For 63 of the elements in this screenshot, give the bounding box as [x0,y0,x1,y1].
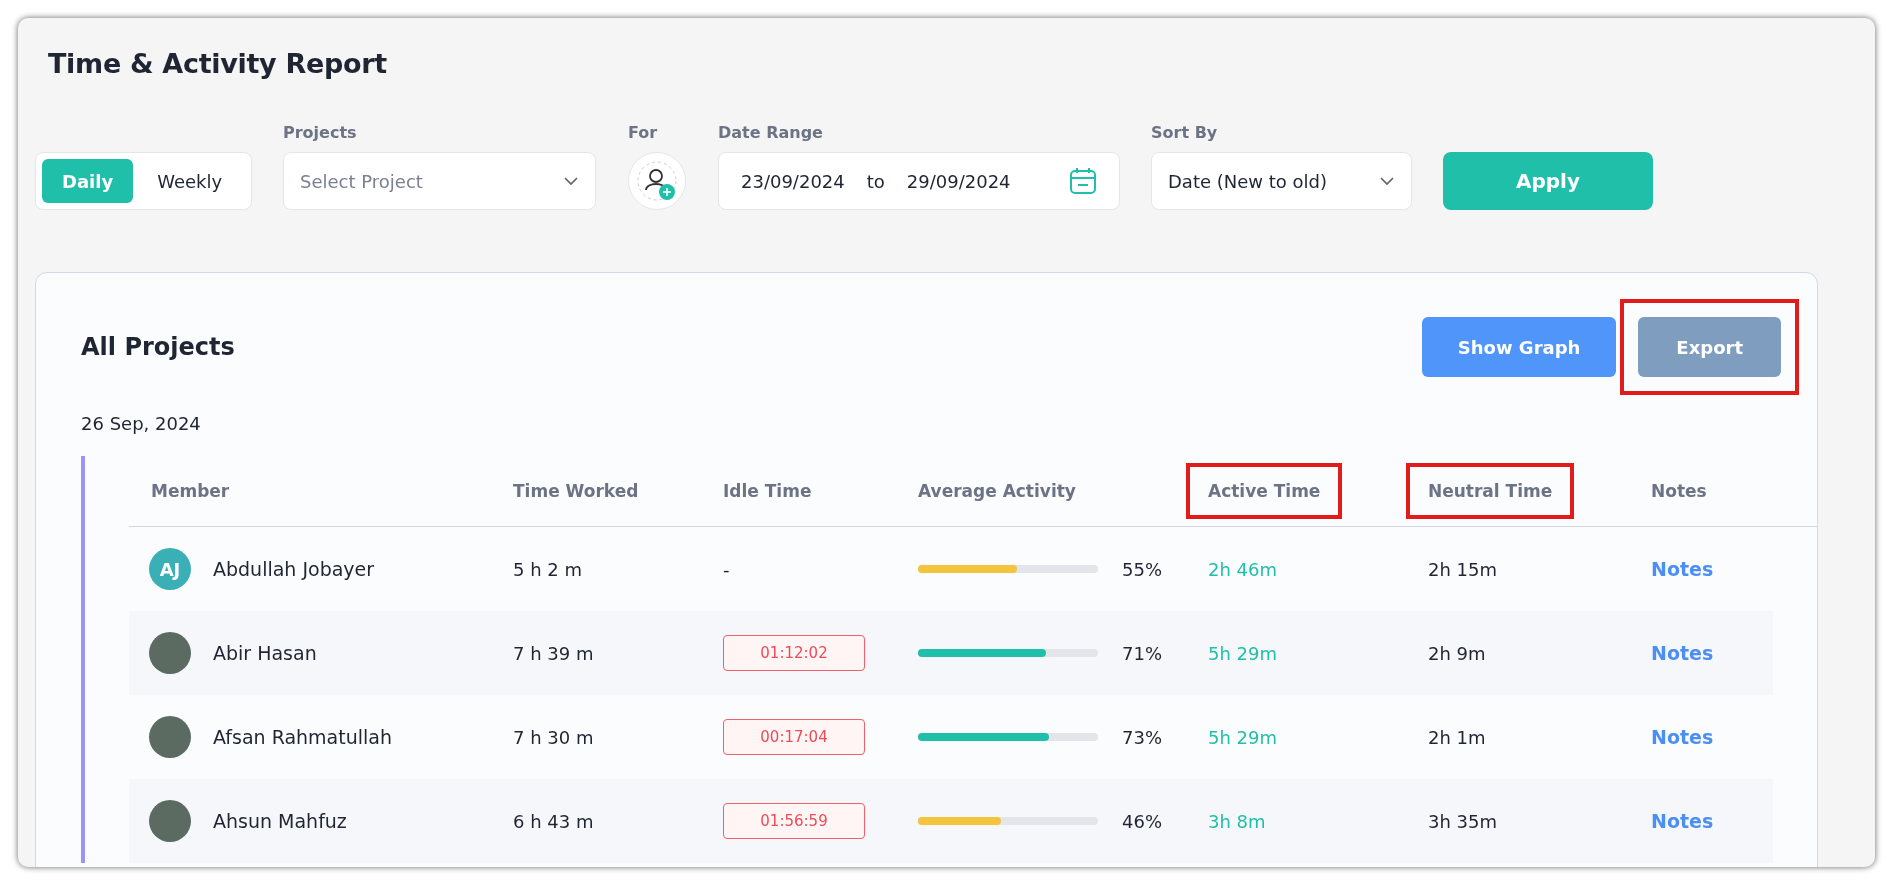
table-cell: 7 h 30 m [513,726,594,748]
table-cell: 6 h 43 m [513,810,594,832]
table-cell: 2h 9m [1428,642,1486,664]
avatar: AJ [149,548,191,590]
column-header: Time Worked [513,481,639,501]
caret-icon [563,176,579,186]
field-label: Sort By [1151,123,1218,142]
table-cell: 3h 8m [1208,810,1266,832]
export-button[interactable]: Export [1638,317,1781,377]
idle-time-badge: 01:56:59 [723,803,865,839]
report-date: 26 Sep, 2024 [81,413,201,434]
period-tab[interactable]: Daily [42,159,134,203]
page-title: Time & Activity Report [48,48,387,79]
column-header: Neutral Time [1406,463,1575,519]
idle-time-badge: 00:17:04 [723,719,865,755]
notes-link[interactable]: Notes [1651,810,1714,832]
sort-select[interactable]: Date (New to old) [1151,152,1412,210]
field-label: For [628,123,658,142]
table-cell: 2h 46m [1208,558,1278,580]
select-placeholder: Select Project [300,170,423,192]
member-name: Abdullah Jobayer [213,558,375,580]
calendar-icon [1069,167,1097,195]
activity-percent: 55% [1122,558,1163,580]
date-separator: to [866,170,885,192]
column-header: Active Time [1186,463,1343,519]
table-cell: - [723,558,730,580]
notes-link[interactable]: Notes [1651,726,1714,748]
apply-button[interactable]: Apply [1443,152,1653,210]
table-cell: 7 h 39 m [513,642,594,664]
avatar-photo [149,800,191,842]
user-add-icon [636,160,678,202]
column-header: Member [151,481,230,501]
date-from: 23/09/2024 [741,170,845,192]
column-header: Idle Time [723,481,812,501]
member-name: Afsan Rahmatullah [213,726,392,748]
date-to: 29/09/2024 [906,170,1011,192]
activity-percent: 46% [1122,810,1163,832]
date-range-field[interactable]: 23/09/2024 to 29/09/2024 [718,152,1120,210]
activity-percent: 71% [1122,642,1163,664]
member-name: Abir Hasan [213,642,317,664]
column-header: Average Activity [918,481,1076,501]
table-cell: 5 h 2 m [513,558,582,580]
member-name: Ahsun Mahfuz [213,810,347,832]
table-cell: 2h 15m [1428,558,1498,580]
avatar-photo [149,716,191,758]
show-graph-button[interactable]: Show Graph [1421,317,1617,377]
select-value: Date (New to old) [1168,170,1327,192]
table-cell: 5h 29m [1208,642,1278,664]
caret-icon [1379,176,1395,186]
notes-link[interactable]: Notes [1651,642,1714,664]
section-title: All Projects [81,333,235,361]
avatar-photo [149,632,191,674]
notes-link[interactable]: Notes [1651,558,1714,580]
field-label: Projects [283,123,357,142]
table-cell: 3h 35m [1428,810,1498,832]
table-cell: 5h 29m [1208,726,1278,748]
idle-time-badge: 01:12:02 [723,635,865,671]
table-cell: 2h 1m [1428,726,1486,748]
column-header: Notes [1651,481,1707,501]
field-label: Date Range [718,123,823,142]
period-tab[interactable]: Weekly [137,159,243,203]
project-select[interactable]: Select Project [283,152,596,210]
activity-percent: 73% [1122,726,1163,748]
